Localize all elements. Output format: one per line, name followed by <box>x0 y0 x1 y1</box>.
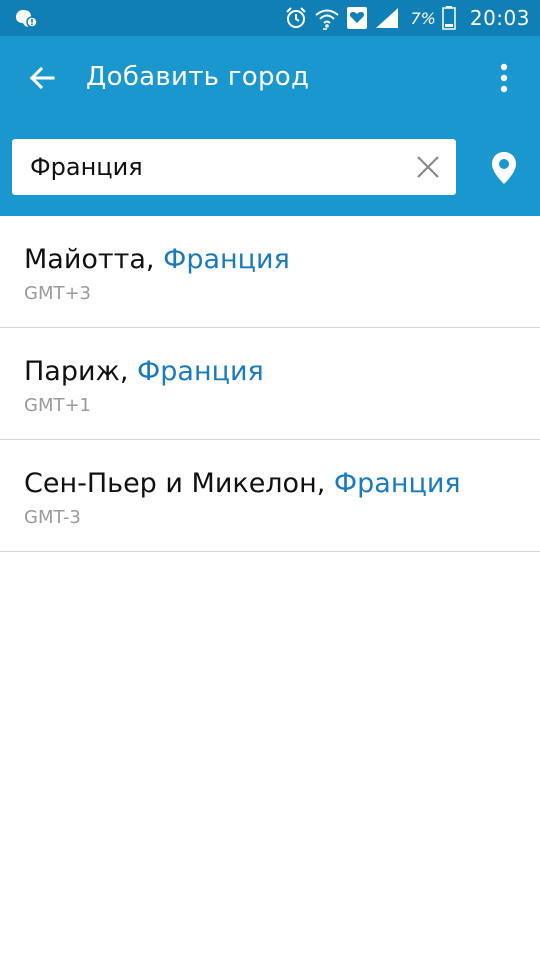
alarm-icon <box>284 6 308 30</box>
timezone-label: GMT-3 <box>24 507 81 528</box>
more-options-button[interactable] <box>486 58 522 98</box>
search-box <box>12 139 456 195</box>
city-name: Париж <box>24 356 120 387</box>
more-vert-icon <box>500 63 508 93</box>
city-name: Майотта <box>24 244 146 275</box>
result-title: Майотта, Франция <box>24 244 290 275</box>
location-button[interactable] <box>488 148 520 188</box>
separator: , <box>145 244 164 275</box>
separator: , <box>316 468 334 499</box>
clear-icon <box>417 156 439 178</box>
clear-search-button[interactable] <box>412 151 444 183</box>
notification-icon <box>14 6 40 30</box>
battery-percent: 7% <box>410 8 436 28</box>
list-item[interactable]: Сен-Пьер и Микелон, Франция GMT-3 <box>0 440 540 552</box>
separator: , <box>119 356 138 387</box>
results-list: Майотта, Франция GMT+3 Париж, Франция GM… <box>0 216 540 552</box>
status-clock: 20:03 <box>469 6 530 30</box>
list-item[interactable]: Майотта, Франция GMT+3 <box>0 216 540 328</box>
timezone-label: GMT+1 <box>24 395 92 416</box>
country-name: Франция <box>137 356 264 387</box>
status-icons: 7% 20:03 <box>284 0 530 36</box>
city-name: Сен-Пьер и Микелон <box>24 468 317 499</box>
location-pin-icon <box>492 152 516 184</box>
app-bar: Добавить город <box>0 36 540 216</box>
wifi-icon <box>314 6 340 30</box>
country-name: Франция <box>333 468 461 499</box>
signal-icon <box>374 6 400 30</box>
page-title: Добавить город <box>86 62 310 92</box>
search-input[interactable] <box>12 139 392 195</box>
result-title: Сен-Пьер и Микелон, Франция <box>24 468 461 499</box>
back-button[interactable] <box>22 58 62 98</box>
result-title: Париж, Франция <box>24 356 264 387</box>
back-arrow-icon <box>29 66 55 90</box>
battery-icon <box>442 6 456 30</box>
list-item[interactable]: Париж, Франция GMT+1 <box>0 328 540 440</box>
health-icon <box>346 6 368 30</box>
country-name: Франция <box>163 244 290 275</box>
status-bar: 7% 20:03 <box>0 0 540 36</box>
timezone-label: GMT+3 <box>24 283 92 304</box>
